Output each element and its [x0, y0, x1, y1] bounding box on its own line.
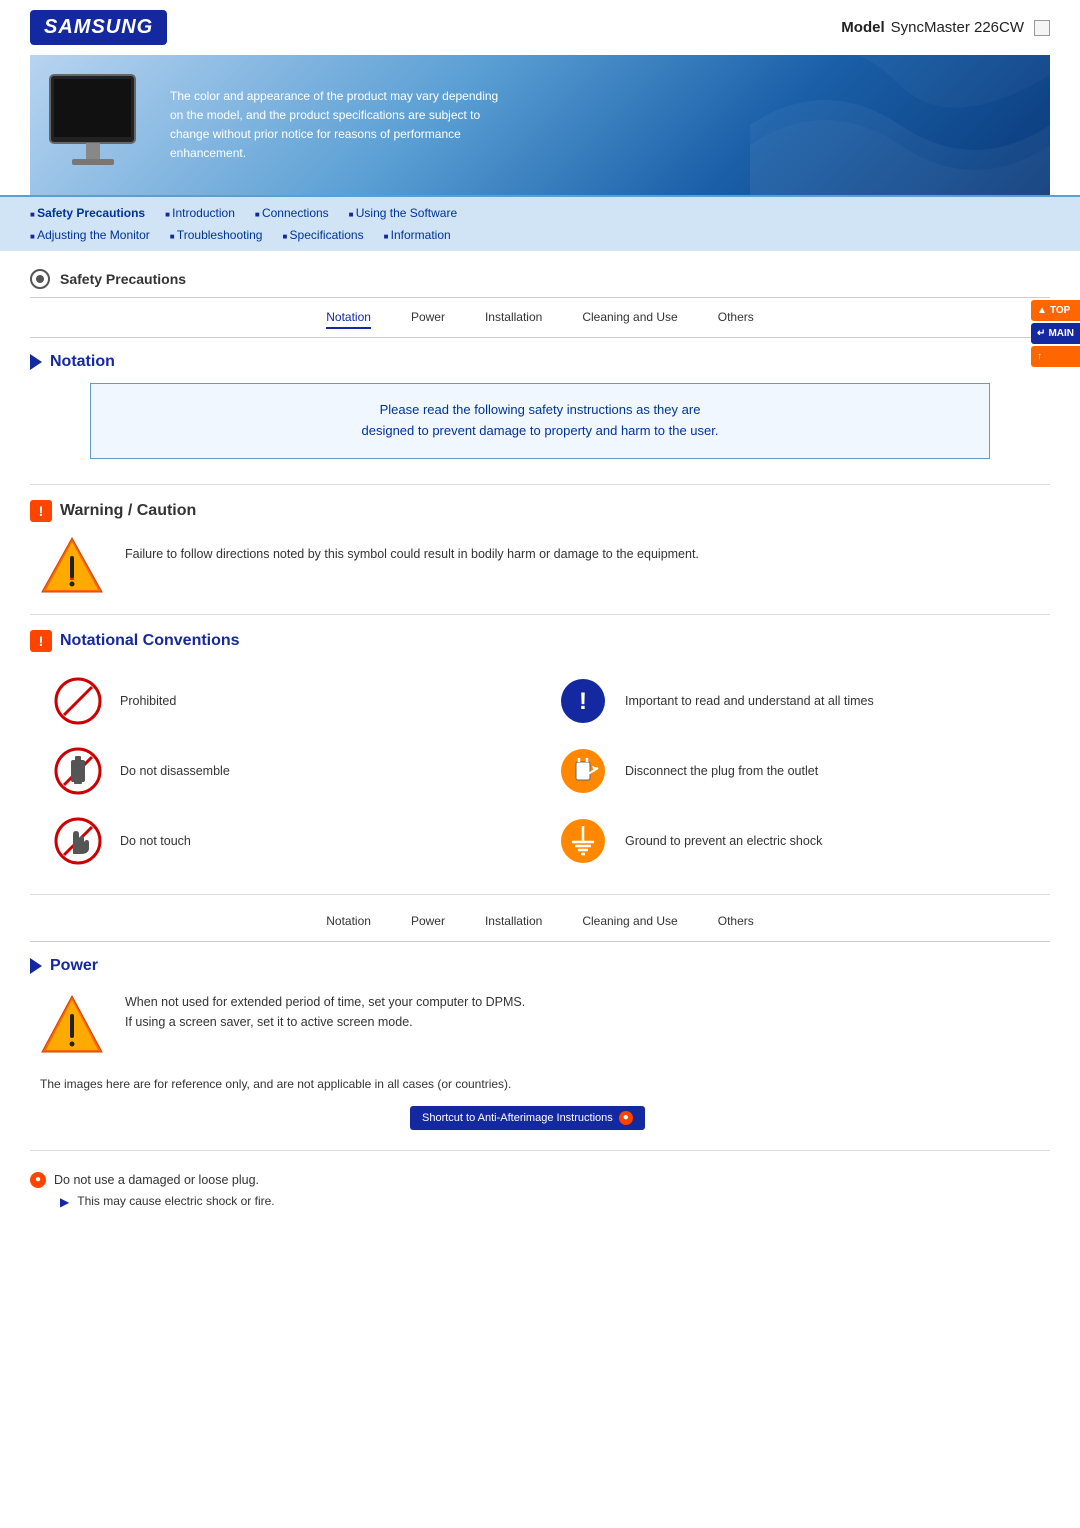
shortcut-button[interactable]: Shortcut to Anti-Afterimage Instructions… [410, 1106, 645, 1130]
convention-no-disassemble: Do not disassemble [50, 744, 525, 799]
prohibited-icon [50, 674, 105, 729]
hero-banner: The color and appearance of the product … [30, 55, 1050, 195]
model-label: Model [841, 19, 884, 36]
nav-information[interactable]: Information [384, 225, 471, 245]
convention-important: ! Important to read and understand at al… [555, 674, 1030, 729]
info-text-line1: Please read the following safety instruc… [111, 400, 969, 421]
no-disassemble-icon [50, 744, 105, 799]
bullet-text-0: Do not use a damaged or loose plug. [54, 1171, 259, 1190]
no-disassemble-label: Do not disassemble [120, 764, 230, 778]
convention-disconnect: Disconnect the plug from the outlet [555, 744, 1030, 799]
section-header: Safety Precautions [30, 261, 1050, 298]
section-title: Safety Precautions [60, 271, 186, 287]
warning-section: ! Warning / Caution ! Failure to follow … [30, 485, 1050, 615]
conventions-grid: Prohibited ! Important to read and under… [30, 664, 1050, 879]
ground-label: Ground to prevent an electric shock [625, 834, 822, 848]
power-caution-icon [40, 992, 105, 1057]
notation-title: Notation [50, 353, 115, 371]
notation-info-box: Please read the following safety instruc… [90, 383, 990, 459]
notation-section: Notation Please read the following safet… [30, 338, 1050, 485]
sub-bullet-text-0: This may cause electric shock or fire. [77, 1194, 274, 1208]
important-label: Important to read and understand at all … [625, 694, 874, 708]
model-dropdown[interactable] [1034, 20, 1050, 36]
warning-icon: ! [30, 500, 52, 522]
nav-connections[interactable]: Connections [255, 203, 349, 223]
side-buttons: ▲ TOP ↵ MAIN ↑ [1031, 300, 1080, 367]
main-content: Safety Precautions Notation Power Instal… [0, 251, 1080, 1161]
bottom-tab-notation[interactable]: Notation [326, 914, 371, 931]
nav-specifications[interactable]: Specifications [282, 225, 383, 245]
bottom-tab-cleaning-use[interactable]: Cleaning and Use [582, 914, 677, 931]
nav-adjusting-monitor[interactable]: Adjusting the Monitor [30, 225, 170, 245]
power-arrow-icon [30, 958, 42, 974]
bottom-tab-others[interactable]: Others [718, 914, 754, 931]
notational-conventions-section: ! Notational Conventions Prohibited [30, 615, 1050, 895]
disconnect-label: Disconnect the plug from the outlet [625, 764, 818, 778]
conventions-header: ! Notational Conventions [30, 630, 1050, 652]
power-text: When not used for extended period of tim… [125, 992, 525, 1032]
sub-arrow-icon: ▶ [60, 1195, 69, 1209]
notation-header: Notation [30, 353, 1050, 371]
top-tab-nav: Notation Power Installation Cleaning and… [30, 298, 1050, 338]
nav-using-software[interactable]: Using the Software [349, 203, 477, 223]
bullet-section: ● Do not use a damaged or loose plug. ▶ … [0, 1161, 1080, 1220]
model-name: SyncMaster 226CW [891, 19, 1024, 36]
shortcut-button-label: Shortcut to Anti-Afterimage Instructions [422, 1112, 613, 1124]
warning-body-text: Failure to follow directions noted by th… [125, 534, 699, 564]
monitor-illustration [40, 70, 150, 180]
power-title: Power [50, 957, 98, 975]
tab-installation[interactable]: Installation [485, 310, 542, 329]
power-section: Power When not used for extended period … [30, 942, 1050, 1151]
bottom-tab-installation[interactable]: Installation [485, 914, 542, 931]
ground-icon [555, 814, 610, 869]
convention-prohibited: Prohibited [50, 674, 525, 729]
warning-body: ! Failure to follow directions noted by … [30, 534, 1050, 599]
no-touch-icon [50, 814, 105, 869]
conventions-icon: ! [30, 630, 52, 652]
samsung-logo: SAMSUNG [30, 10, 167, 45]
sub-bullet-0: ▶ This may cause electric shock or fire. [60, 1194, 1050, 1209]
up-button[interactable]: ↑ [1031, 346, 1080, 367]
hero-waves [750, 55, 1050, 195]
bullet-item-0: ● Do not use a damaged or loose plug. [30, 1171, 1050, 1190]
nav-safety-precautions[interactable]: Safety Precautions [30, 203, 165, 223]
no-touch-label: Do not touch [120, 834, 191, 848]
svg-text:!: ! [579, 688, 587, 715]
shortcut-circle-icon: ● [619, 1111, 633, 1125]
power-body: When not used for extended period of tim… [30, 987, 1050, 1062]
power-text-line1: When not used for extended period of tim… [125, 992, 525, 1012]
convention-no-touch: Do not touch [50, 814, 525, 869]
power-text-line2: If using a screen saver, set it to activ… [125, 1012, 525, 1032]
info-text-line2: designed to prevent damage to property a… [111, 421, 969, 442]
bottom-tab-nav: Notation Power Installation Cleaning and… [30, 900, 1050, 942]
hero-text: The color and appearance of the product … [170, 87, 510, 164]
convention-ground: Ground to prevent an electric shock [555, 814, 1030, 869]
power-header: Power [30, 957, 1050, 975]
notation-arrow-icon [30, 354, 42, 370]
disconnect-icon [555, 744, 610, 799]
bottom-tab-power[interactable]: Power [411, 914, 445, 931]
conventions-title: Notational Conventions [60, 632, 240, 650]
prohibited-label: Prohibited [120, 694, 176, 708]
nav-bar: Safety Precautions Introduction Connecti… [0, 195, 1080, 251]
nav-introduction[interactable]: Introduction [165, 203, 255, 223]
bullet-dot-icon: ● [30, 1172, 46, 1188]
section-circle-icon [30, 269, 50, 289]
warning-title: Warning / Caution [60, 502, 196, 520]
tab-cleaning-use[interactable]: Cleaning and Use [582, 310, 677, 329]
warning-header: ! Warning / Caution [30, 500, 1050, 522]
caution-triangle-icon: ! [40, 534, 105, 599]
top-button[interactable]: ▲ TOP [1031, 300, 1080, 321]
tab-notation[interactable]: Notation [326, 310, 371, 329]
nav-troubleshooting[interactable]: Troubleshooting [170, 225, 283, 245]
header: SAMSUNG Model SyncMaster 226CW [0, 0, 1080, 45]
power-ref-text: The images here are for reference only, … [30, 1072, 1050, 1096]
tab-others[interactable]: Others [718, 310, 754, 329]
important-icon: ! [555, 674, 610, 729]
main-button[interactable]: ↵ MAIN [1031, 323, 1080, 344]
tab-power[interactable]: Power [411, 310, 445, 329]
section-circle-dot [36, 275, 44, 283]
